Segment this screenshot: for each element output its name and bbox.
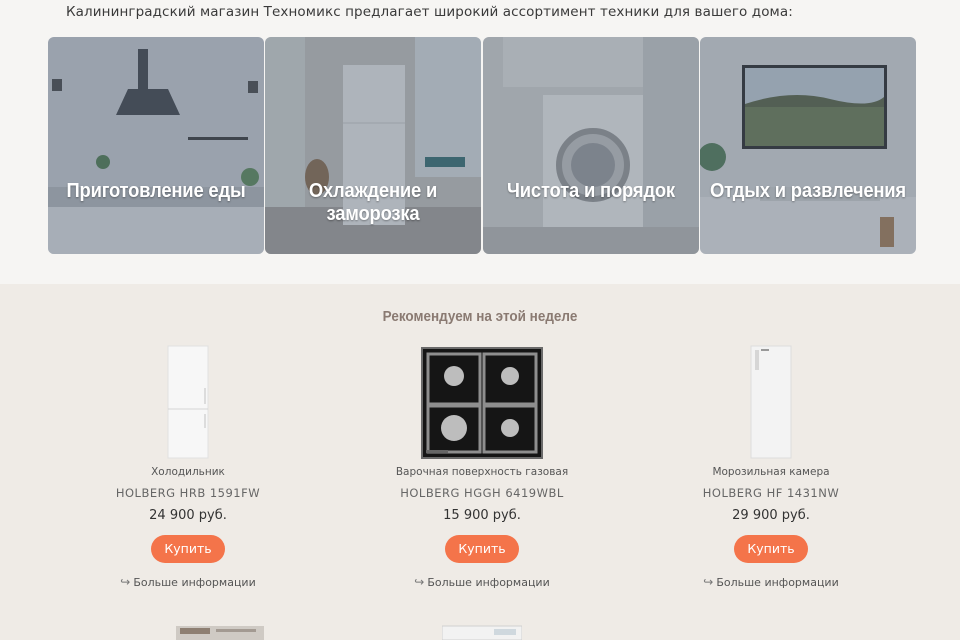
more-info-link[interactable]: ↪ Больше информации	[651, 575, 891, 589]
return-arrow-icon: ↪	[120, 575, 131, 589]
product-image-washer-partial[interactable]	[442, 624, 522, 640]
product-price: 29 900 руб.	[732, 508, 810, 523]
tile-overlay	[48, 37, 264, 254]
product-image-dishwasher-partial[interactable]	[176, 620, 264, 640]
product-image-gas-hob[interactable]	[420, 344, 544, 460]
product-image-freezer[interactable]	[741, 344, 801, 460]
return-arrow-icon: ↪	[414, 575, 425, 589]
category-label: Чистота и порядок	[507, 180, 675, 202]
category-tile-cleaning[interactable]: Чистота и порядок	[483, 37, 699, 254]
intro-text: Калининградский магазин Техномикс предла…	[66, 4, 793, 20]
tile-overlay	[700, 37, 916, 254]
product-price: 15 900 руб.	[443, 508, 521, 523]
category-tile-cooking[interactable]: Приготовление еды	[48, 37, 264, 254]
section-title: Рекомендуем на этой неделе	[382, 308, 578, 325]
buy-button[interactable]: Купить	[445, 535, 519, 563]
category-label: Приготовление еды	[66, 180, 246, 202]
category-label: Отдых и развлечения	[710, 180, 906, 202]
more-info-label: Больше информации	[427, 576, 550, 589]
category-tiles: Приготовление еды Охлаждение и заморозка	[48, 37, 916, 254]
return-arrow-icon: ↪	[703, 575, 714, 589]
product-card: Варочная поверхность газовая HOLBERG HGG…	[362, 344, 602, 589]
recommended-section: Рекомендуем на этой неделе Холодильник H…	[0, 284, 960, 640]
product-type: Холодильник	[151, 466, 225, 478]
more-info-label: Больше информации	[716, 576, 839, 589]
more-info-label: Больше информации	[133, 576, 256, 589]
product-model[interactable]: HOLBERG HF 1431NW	[651, 486, 891, 500]
more-info-link[interactable]: ↪ Больше информации	[68, 575, 308, 589]
product-type: Морозильная камера	[712, 466, 830, 478]
product-model[interactable]: HOLBERG HRB 1591FW	[68, 486, 308, 500]
product-image-fridge[interactable]	[158, 344, 218, 460]
category-label: Охлаждение и заморозка	[308, 180, 438, 225]
category-tile-cooling[interactable]: Охлаждение и заморозка	[265, 37, 481, 254]
product-card: Морозильная камера HOLBERG HF 1431NW 29 …	[651, 344, 891, 589]
product-card: Холодильник HOLBERG HRB 1591FW 24 900 ру…	[68, 344, 308, 589]
more-info-link[interactable]: ↪ Больше информации	[362, 575, 602, 589]
buy-button[interactable]: Купить	[151, 535, 225, 563]
category-tile-entertainment[interactable]: Отдых и развлечения	[700, 37, 916, 254]
product-price: 24 900 руб.	[149, 508, 227, 523]
product-model[interactable]: HOLBERG HGGH 6419WBL	[362, 486, 602, 500]
product-type: Варочная поверхность газовая	[395, 466, 569, 478]
buy-button[interactable]: Купить	[734, 535, 808, 563]
tile-overlay	[483, 37, 699, 254]
